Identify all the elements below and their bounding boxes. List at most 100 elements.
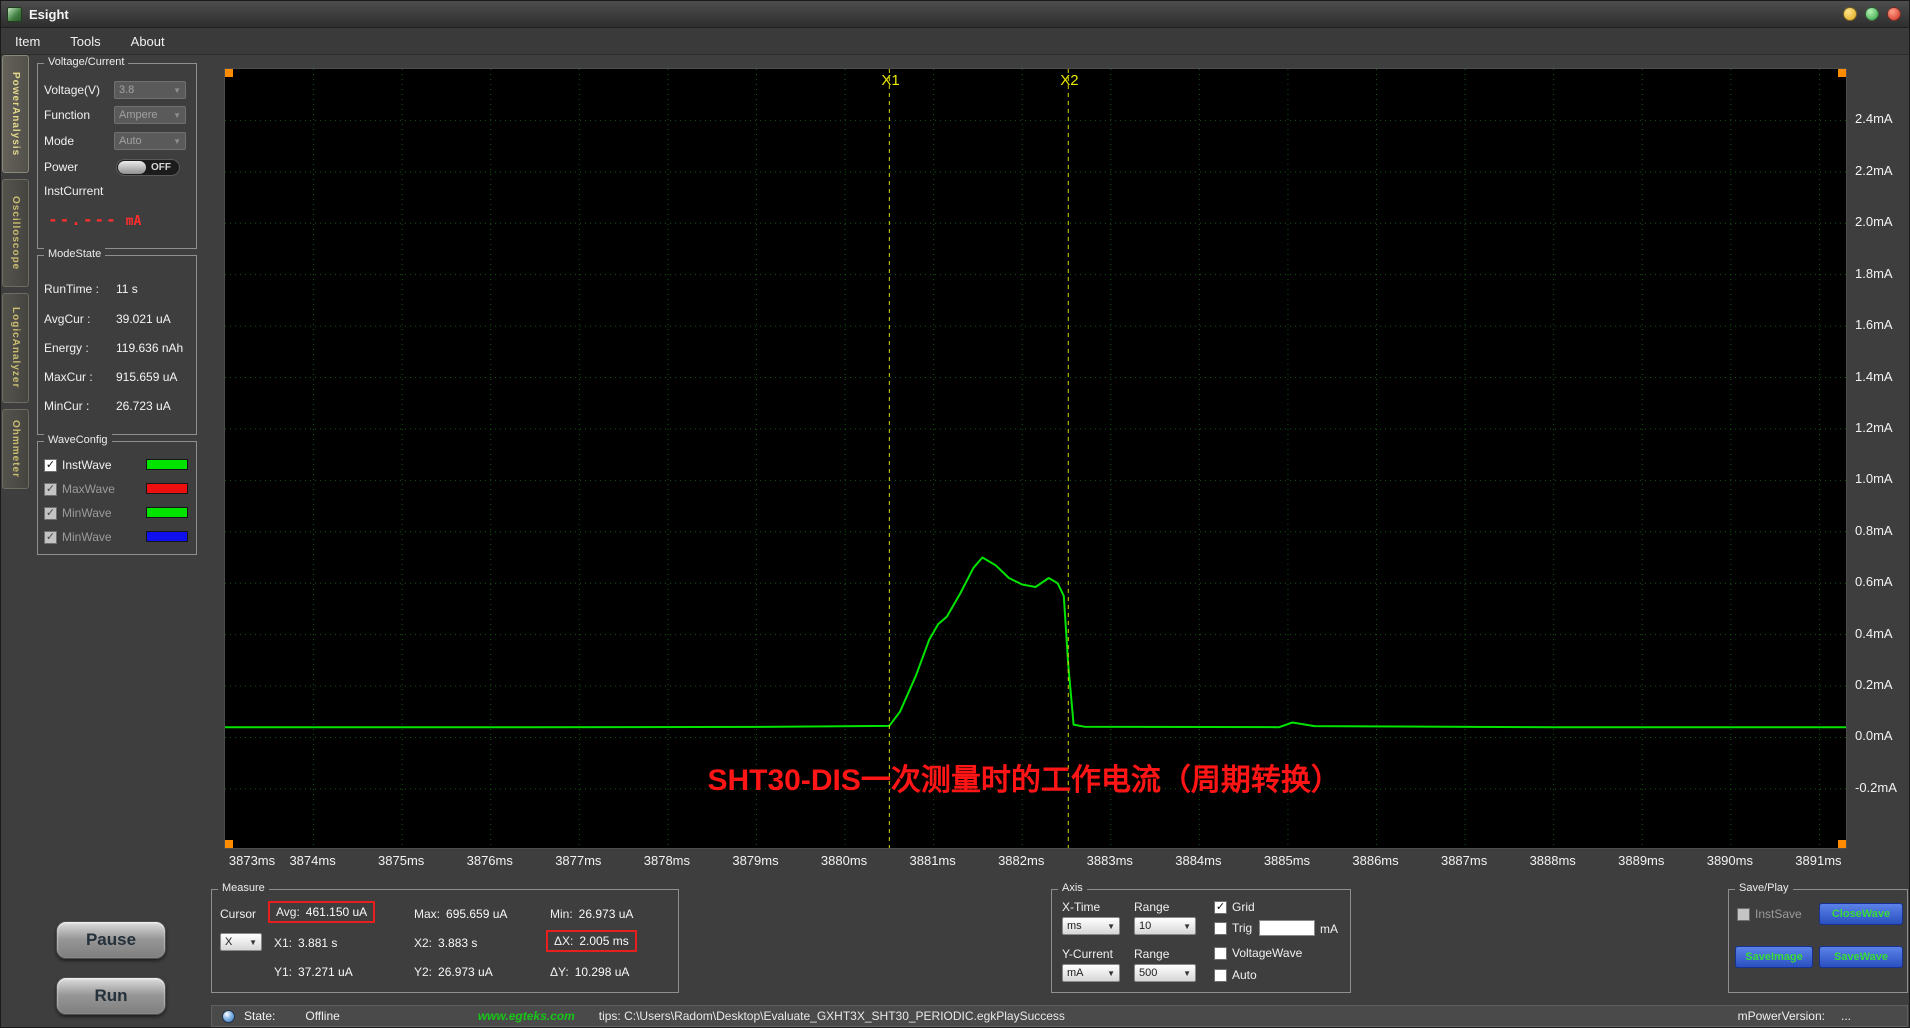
measure-y2-label: Y2: <box>414 965 432 979</box>
min-wave2-checkbox[interactable]: MinWave <box>44 530 112 544</box>
trig-checkbox[interactable]: Trig <box>1214 921 1252 935</box>
measure-y2: Y2: 26.973 uA <box>414 965 493 979</box>
save-image-button[interactable]: SaveImage <box>1735 946 1813 968</box>
trig-threshold-input[interactable] <box>1259 920 1315 936</box>
measure-x2-value: 3.883 s <box>438 936 477 950</box>
y-axis-tick-label: 0.2mA <box>1855 677 1893 692</box>
voltage-wave-checkbox[interactable]: VoltageWave <box>1214 946 1302 960</box>
grid-checkbox[interactable]: Grid <box>1214 900 1255 914</box>
cursor-select[interactable]: X ▼ <box>220 933 262 951</box>
x-time-label: X-Time <box>1062 900 1100 914</box>
measure-group-label: Measure <box>218 882 269 894</box>
maximize-button[interactable] <box>1865 7 1879 21</box>
checkbox-icon <box>44 507 57 520</box>
auto-checkbox[interactable]: Auto <box>1214 968 1257 982</box>
min-wave-checkbox[interactable]: MinWave <box>44 506 112 520</box>
x-axis-tick-label: 3891ms <box>1788 853 1848 868</box>
avgcur-label: AvgCur : <box>44 312 90 326</box>
menu-item-about[interactable]: About <box>131 34 165 49</box>
titlebar: Esight <box>1 1 1910 28</box>
tips-text: tips: C:\Users\Radom\Desktop\Evaluate_GX… <box>599 1009 1065 1023</box>
power-toggle[interactable]: OFF <box>116 159 180 176</box>
grid-checkbox-label: Grid <box>1232 900 1255 914</box>
y-range-select[interactable]: 500 ▼ <box>1134 964 1196 982</box>
website-link[interactable]: www.egteks.com <box>478 1009 575 1023</box>
mode-select-value: Auto <box>119 135 142 147</box>
inst-wave-checkbox[interactable]: InstWave <box>44 458 112 472</box>
chevron-down-icon: ▼ <box>249 938 257 947</box>
measure-avg: Avg:461.150 uA <box>268 901 375 923</box>
cursor-x2-label: X2 <box>1060 72 1078 89</box>
measure-dy-value: 10.298 uA <box>575 965 630 979</box>
measure-group: Measure Cursor Avg:461.150 uA Max:695.65… <box>211 889 679 993</box>
min-wave2-label: MinWave <box>62 530 112 544</box>
y-axis-tick-label: 0.4mA <box>1855 626 1893 641</box>
x-axis-tick-label: 3884ms <box>1168 853 1228 868</box>
run-button[interactable]: Run <box>56 977 166 1015</box>
inst-save-checkbox[interactable]: InstSave <box>1737 907 1802 921</box>
max-wave-color-swatch[interactable] <box>146 483 188 494</box>
x-range-select[interactable]: 10 ▼ <box>1134 917 1196 935</box>
min-wave-color-swatch[interactable] <box>146 507 188 518</box>
waveform-plot[interactable]: X1X2 <box>225 69 1846 848</box>
power-toggle-knob <box>118 161 146 174</box>
menu-item-item[interactable]: Item <box>15 34 40 49</box>
menubar: Item Tools About <box>1 28 1910 55</box>
x-axis-tick-label: 3874ms <box>283 853 343 868</box>
tab-oscilloscope[interactable]: Oscilloscope <box>2 179 29 287</box>
tab-oscilloscope-label: Oscilloscope <box>10 196 21 270</box>
x-axis-labels: 3873ms3874ms3875ms3876ms3877ms3878ms3879… <box>224 853 1884 871</box>
y-axis-tick-label: 0.6mA <box>1855 574 1893 589</box>
function-select[interactable]: Ampere ▼ <box>114 106 186 124</box>
mode-state-group: ModeState RunTime : 11 s AvgCur : 39.021… <box>37 255 197 435</box>
y-axis-tick-label: 0.8mA <box>1855 523 1893 538</box>
close-button[interactable] <box>1887 7 1901 21</box>
mode-select[interactable]: Auto ▼ <box>114 132 186 150</box>
voltage-select[interactable]: 3.8 ▼ <box>114 81 186 99</box>
voltage-current-group-label: Voltage/Current <box>44 56 128 68</box>
function-label: Function <box>44 108 90 122</box>
x-axis-tick-label: 3883ms <box>1080 853 1140 868</box>
x-time-unit-select[interactable]: ms ▼ <box>1062 917 1120 935</box>
x-axis-tick-label: 3873ms <box>222 853 282 868</box>
mincur-value: 26.723 uA <box>116 399 171 413</box>
y-axis-tick-label: 1.6mA <box>1855 317 1893 332</box>
measure-dx: ΔX:2.005 ms <box>546 930 637 952</box>
chart-corner-marker <box>1838 69 1846 77</box>
runtime-value: 11 s <box>116 282 138 296</box>
save-wave-button[interactable]: SaveWave <box>1819 946 1903 968</box>
chart-area[interactable]: X1X2 SHT30-DIS一次测量时的工作电流（周期转换） <box>224 68 1847 849</box>
auto-checkbox-label: Auto <box>1232 968 1257 982</box>
inst-wave-label: InstWave <box>62 458 112 472</box>
min-wave-label: MinWave <box>62 506 112 520</box>
chart-corner-marker <box>225 840 233 848</box>
max-wave-label: MaxWave <box>62 482 115 496</box>
measure-max: Max:695.659 uA <box>414 907 507 921</box>
inst-current-display: --.---mA <box>48 210 141 229</box>
inst-current-unit: mA <box>126 214 142 229</box>
menu-item-tools[interactable]: Tools <box>70 34 100 49</box>
tab-power-analysis[interactable]: PowerAnalysis <box>2 55 29 173</box>
checkbox-icon <box>1214 947 1227 960</box>
chart-corner-marker <box>225 69 233 77</box>
power-toggle-state: OFF <box>151 162 171 173</box>
tab-logic-analyzer[interactable]: LogicAnalyzer <box>2 293 29 403</box>
cursor-label: Cursor <box>220 907 256 921</box>
close-wave-button[interactable]: CloseWave <box>1819 903 1903 925</box>
inst-wave-color-swatch[interactable] <box>146 459 188 470</box>
chevron-down-icon: ▼ <box>173 86 181 95</box>
x-axis-tick-label: 3875ms <box>371 853 431 868</box>
measure-x1: X1:3.881 s <box>274 936 337 950</box>
axis-group: Axis X-Time ms ▼ Range 10 ▼ Y-Current mA… <box>1051 889 1351 993</box>
pause-button[interactable]: Pause <box>56 921 166 959</box>
maxcur-value: 915.659 uA <box>116 370 177 384</box>
y-current-unit-select[interactable]: mA ▼ <box>1062 964 1120 982</box>
mode-label: Mode <box>44 134 74 148</box>
measure-max-value: 695.659 uA <box>446 907 507 921</box>
max-wave-checkbox[interactable]: MaxWave <box>44 482 115 496</box>
chart-corner-marker <box>1838 840 1846 848</box>
tab-ohmmeter[interactable]: Ohmmeter <box>2 409 29 489</box>
minimize-button[interactable] <box>1843 7 1857 21</box>
measure-y2-value: 26.973 uA <box>438 965 493 979</box>
min-wave2-color-swatch[interactable] <box>146 531 188 542</box>
